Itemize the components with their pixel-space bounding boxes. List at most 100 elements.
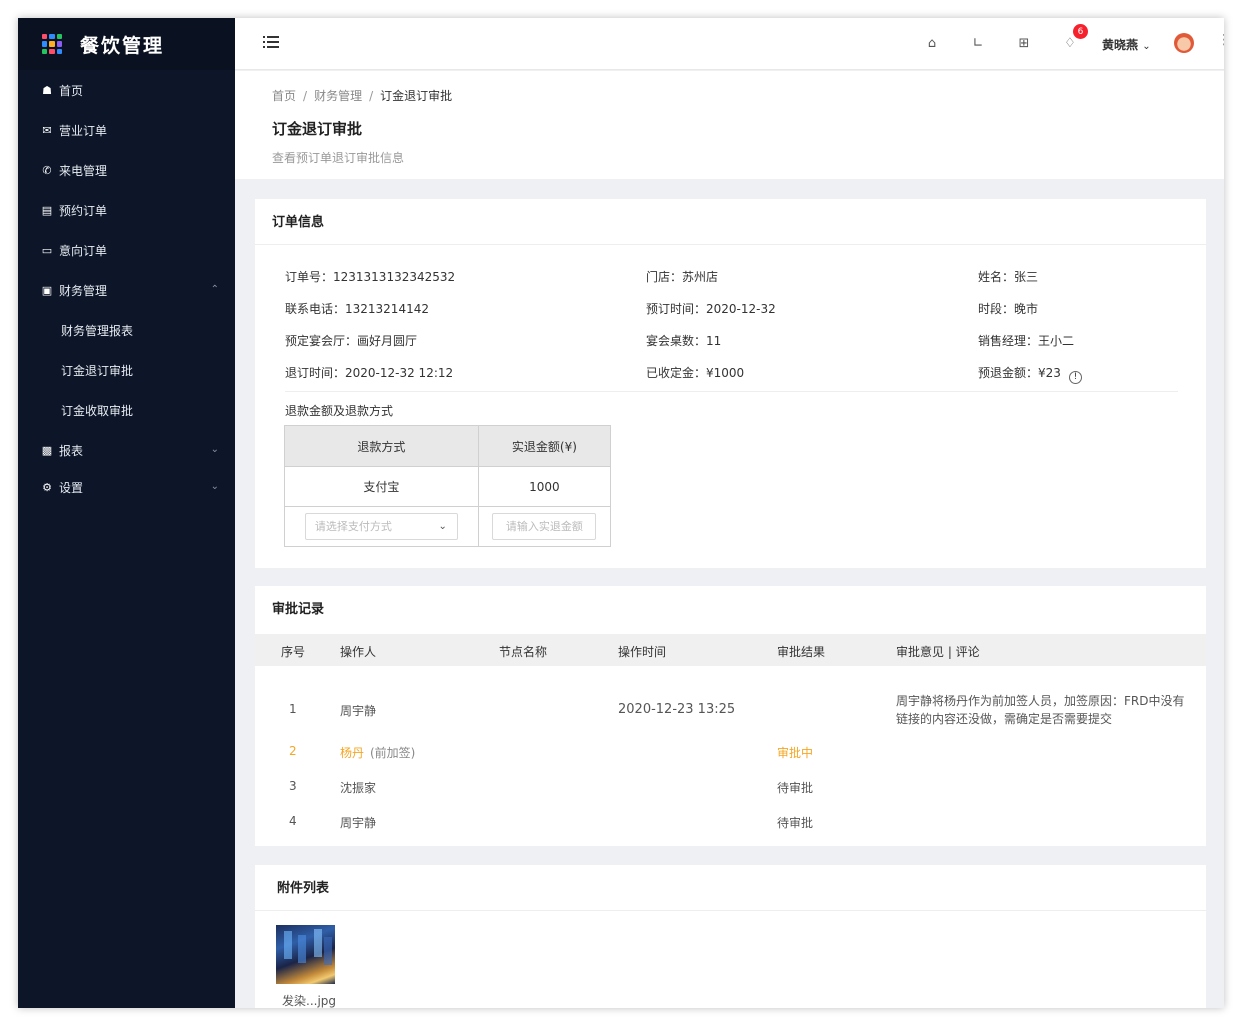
row-comment-line2: 链接的内容还没做，需确定是否需要提交 (896, 712, 1113, 726)
approval-card: 审批记录 序号 操作人 节点名称 操作时间 审批结果 审批意见 | 评论 1 周… (255, 586, 1206, 846)
sidebar-item-label: 来电管理 (59, 163, 108, 178)
select-placeholder: 请选择支付方式 (314, 520, 392, 533)
page-subtitle: 查看预订单退订审批信息 (272, 151, 405, 165)
col-header-node: 节点名称 (499, 645, 548, 659)
list-icon: ▤ (41, 203, 53, 217)
row-no: 2 (289, 744, 297, 758)
contact-phone: 联系电话：13213214142 (285, 302, 429, 316)
wallet-icon: ▣ (41, 283, 53, 297)
row-time: 2020-12-23 13:25 (618, 702, 736, 717)
phone-icon: ✆ (42, 163, 52, 177)
row-operator-note: (前加签) (370, 746, 416, 760)
col-header-comment: 审批意见 | 评论 (896, 645, 980, 659)
col-header-result: 审批结果 (777, 645, 826, 659)
sidebar: 餐饮管理 ☗ 首页 ✉ 营业订单 ✆ 来电管理 ▤ 预约订单 ▭ 意向订单 ▣ … (18, 18, 235, 1008)
notification-badge: 6 (1073, 24, 1088, 39)
sidebar-item-label: 营业订单 (59, 123, 108, 138)
col-header-operator: 操作人 (340, 645, 377, 659)
sidebar-item-settings[interactable]: ⚙ 设置 ⌄ (18, 470, 235, 504)
booking-time: 预订时间：2020-12-32 (646, 302, 776, 316)
home-icon: ☗ (42, 83, 52, 97)
row-no: 4 (289, 814, 297, 828)
card-title: 附件列表 (255, 865, 1206, 911)
sidebar-item-label: 预约订单 (59, 203, 108, 218)
breadcrumb-current: 订金退订审批 (380, 89, 453, 103)
sidebar-item-business-orders[interactable]: ✉ 营业订单 (18, 110, 235, 150)
headset-icon[interactable]: ∟ (969, 34, 987, 52)
breadcrumb: 首页 / 财务管理 / 订金退订审批 (272, 87, 452, 104)
col-header-no: 序号 (281, 645, 306, 659)
row-no: 1 (289, 702, 297, 716)
sidebar-subitem-deposit-collect[interactable]: 订金收取审批 (18, 390, 235, 430)
attachment-filename[interactable]: 发染...jpg (282, 992, 336, 1008)
chevron-down-icon: ⌄ (210, 481, 219, 492)
gear-icon: ⚙ (42, 480, 52, 494)
attachment-thumbnail[interactable] (276, 925, 335, 984)
chevron-down-icon: ⌄ (438, 521, 447, 532)
attachments-card: 附件列表 发染...jpg (255, 865, 1206, 1008)
sidebar-subitem-deposit-refund[interactable]: 订金退订审批 (18, 350, 235, 390)
avatar[interactable] (1174, 33, 1194, 53)
pre-refund-label: 预退金额：¥23 (978, 366, 1061, 380)
user-name[interactable]: 黄晓燕 ⌄ (1102, 36, 1151, 53)
refund-table: 退款方式 实退金额(¥) 支付宝 1000 请选择支付方式 ⌄ 请输入实退金额 (284, 425, 612, 547)
sidebar-subitem-label: 财务管理报表 (61, 323, 134, 338)
sidebar-item-label: 意向订单 (59, 243, 108, 258)
page-title: 订金退订审批 (272, 120, 363, 138)
sidebar-item-home[interactable]: ☗ 首页 (18, 70, 235, 110)
breadcrumb-home[interactable]: 首页 (272, 89, 296, 103)
row-operator: 周宇静 (340, 704, 377, 718)
info-icon[interactable]: ! (1068, 371, 1082, 384)
divider (285, 391, 1178, 392)
row-comment-line1: 周宇静将杨丹作为前加签人员，加签原因：FRD中没有 (896, 694, 1185, 708)
sidebar-item-calls[interactable]: ✆ 来电管理 (18, 150, 235, 190)
sidebar-item-finance[interactable]: ▣ 财务管理 ⌃ (18, 270, 235, 310)
chevron-up-icon: ⌃ (210, 284, 219, 295)
app-window: 餐饮管理 ☗ 首页 ✉ 营业订单 ✆ 来电管理 ▤ 预约订单 ▭ 意向订单 ▣ … (18, 18, 1224, 1008)
row-operator: 杨丹 (340, 746, 365, 760)
sidebar-subitem-label: 订金收取审批 (61, 403, 134, 418)
more-vertical-icon[interactable]: ⋮ (1217, 32, 1224, 48)
row-no: 3 (289, 779, 297, 793)
mail-icon: ✉ (42, 123, 52, 137)
app-title: 餐饮管理 (80, 34, 165, 57)
payment-method-select[interactable]: 请选择支付方式 ⌄ (304, 513, 458, 540)
apps-icon[interactable]: ⊞ (1015, 34, 1033, 52)
refund-section-label: 退款金额及退款方式 (285, 404, 394, 418)
grid-logo-icon (42, 34, 62, 54)
breadcrumb-finance[interactable]: 财务管理 (314, 89, 362, 103)
refund-method-cell: 支付宝 (284, 466, 479, 507)
sidebar-item-label: 首页 (59, 83, 84, 98)
row-operator: 周宇静 (340, 816, 377, 830)
page-header: 首页 / 财务管理 / 订金退订审批 订金退订审批 查看预订单退订审批信息 (235, 71, 1224, 179)
store: 门店：苏州店 (646, 270, 719, 284)
monitor-icon: ▭ (41, 243, 53, 257)
sidebar-item-reports[interactable]: ▩ 报表 ⌄ (18, 430, 235, 470)
time-period: 时段：晚市 (978, 302, 1039, 316)
sidebar-item-reservations[interactable]: ▤ 预约订单 (18, 190, 235, 230)
home-icon[interactable]: ⌂ (923, 34, 941, 52)
banquet-hall: 预定宴会厅：画好月圆厅 (285, 334, 418, 348)
sidebar-item-label: 设置 (59, 480, 84, 495)
top-header: ⌂ ∟ ⊞ ♢ 6 黄晓燕 ⌄ ⋮ (235, 18, 1224, 70)
status-badge: 待审批 (777, 816, 814, 830)
sidebar-subitem-finance-report[interactable]: 财务管理报表 (18, 310, 235, 350)
sidebar-subitem-label: 订金退订审批 (61, 363, 134, 378)
sidebar-menu: ☗ 首页 ✉ 营业订单 ✆ 来电管理 ▤ 预约订单 ▭ 意向订单 ▣ 财务管理 (18, 70, 235, 504)
menu-toggle-icon[interactable] (263, 35, 279, 49)
chart-icon: ▩ (41, 443, 53, 457)
logo: 餐饮管理 (18, 18, 235, 70)
status-badge: 审批中 (777, 746, 814, 760)
refund-method-header: 退款方式 (284, 425, 479, 467)
row-operator: 沈振家 (340, 781, 377, 795)
breadcrumb-separator: / (369, 89, 374, 103)
customer-name: 姓名：张三 (978, 270, 1039, 284)
sidebar-item-intent-orders[interactable]: ▭ 意向订单 (18, 230, 235, 270)
refund-amount-input[interactable]: 请输入实退金额 (492, 513, 597, 540)
sidebar-item-label: 财务管理 (59, 283, 108, 298)
cancel-time: 退订时间：2020-12-32 12:12 (285, 366, 454, 380)
status-badge: 待审批 (777, 781, 814, 795)
card-title: 审批记录 (272, 602, 325, 617)
order-number: 订单号：1231313132342532 (285, 270, 456, 284)
refund-amount-cell: 1000 (477, 466, 612, 507)
